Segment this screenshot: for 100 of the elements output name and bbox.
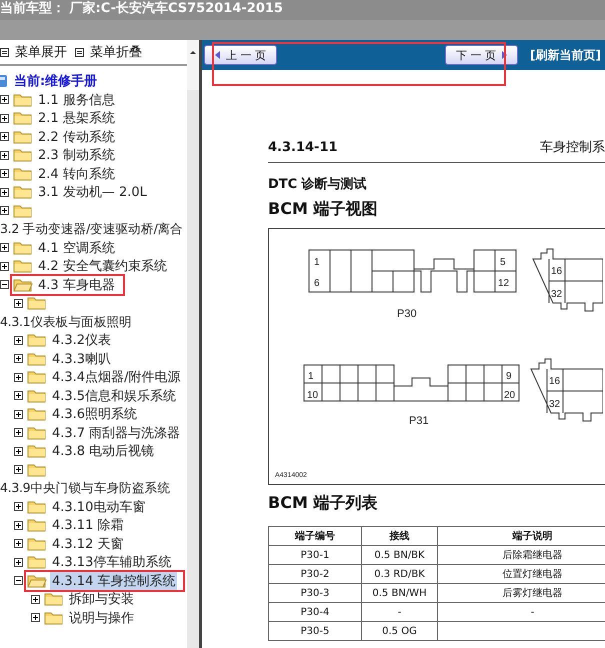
expand-toggle[interactable] bbox=[14, 410, 23, 419]
table-cell: P30-4 bbox=[300, 606, 330, 618]
expand-toggle[interactable] bbox=[31, 613, 40, 622]
tree-item[interactable]: 4.3.6照明系统 bbox=[50, 405, 140, 424]
table-cell: 0.5 BN/BK bbox=[374, 550, 425, 560]
folder-icon bbox=[27, 295, 47, 312]
collapse-toggle[interactable] bbox=[0, 280, 9, 290]
tree-item[interactable]: 4.3 车身电器 bbox=[36, 276, 117, 294]
left-arrow-icon bbox=[215, 51, 220, 59]
tree-item[interactable]: 3.1 发动机— 2.0L bbox=[36, 183, 149, 202]
table-cell: - bbox=[398, 606, 402, 618]
tree-root-label[interactable]: 当前:维修手册 bbox=[14, 72, 98, 90]
expand-toggle[interactable] bbox=[14, 520, 23, 530]
tree-item[interactable]: 1.1 服务信息 bbox=[36, 90, 117, 109]
folder-icon bbox=[13, 147, 33, 164]
expand-toggle[interactable] bbox=[0, 243, 9, 252]
table-cell: - bbox=[530, 606, 534, 618]
expand-toggle[interactable] bbox=[0, 95, 9, 104]
tree-item[interactable]: 2.3 制动系统 bbox=[36, 146, 117, 164]
refresh-link[interactable]: [刷新当前页] bbox=[530, 46, 601, 64]
tree-item[interactable]: 4.3.13停车辅助系统 bbox=[50, 553, 174, 572]
tree-item[interactable]: 4.3.1仪表板与面板照明 bbox=[0, 312, 187, 331]
expand-toggle[interactable] bbox=[0, 206, 9, 216]
pin-number: 16 bbox=[551, 266, 562, 277]
expand-toggle[interactable] bbox=[0, 188, 9, 197]
tree-item[interactable]: 4.3.2仪表 bbox=[50, 331, 114, 350]
table-cell: 0.5 BN/WH bbox=[372, 588, 427, 598]
tree-item[interactable]: 4.3.10电动车窗 bbox=[50, 498, 148, 516]
pin-number: 32 bbox=[549, 399, 560, 410]
folder-icon bbox=[13, 202, 33, 219]
expand-toggle[interactable] bbox=[14, 336, 23, 345]
column-header: 端子编号 bbox=[268, 526, 362, 546]
pin-number: 16 bbox=[549, 376, 560, 387]
expand-toggle[interactable] bbox=[14, 558, 23, 567]
tree-item[interactable]: 2.4 转向系统 bbox=[36, 164, 117, 183]
tree-item[interactable]: 4.3.11 除霜 bbox=[50, 516, 126, 534]
menu-icon bbox=[75, 48, 84, 56]
tree-item[interactable]: 4.1 空调系统 bbox=[36, 238, 117, 257]
expand-toggle[interactable] bbox=[14, 391, 23, 400]
table-cell: P30-3 bbox=[300, 588, 330, 598]
tree-item[interactable]: 3.2 手动变速器/变速驱动桥/离合 bbox=[0, 220, 187, 238]
folder-icon bbox=[13, 166, 33, 182]
expand-toggle[interactable] bbox=[31, 594, 40, 604]
collapse-toggle[interactable] bbox=[14, 576, 23, 586]
folder-icon bbox=[27, 462, 47, 478]
folder-icon bbox=[44, 610, 64, 626]
tree-item[interactable]: 4.3.3喇叭 bbox=[50, 350, 114, 368]
pin-number: 20 bbox=[504, 390, 516, 401]
page-number: 4.3.14-11 bbox=[268, 140, 338, 155]
section-heading: BCM 端子列表 bbox=[268, 493, 378, 514]
folder-icon bbox=[13, 128, 33, 145]
expand-toggle[interactable] bbox=[14, 502, 23, 512]
tree-item[interactable]: 4.3.12 天窗 bbox=[50, 534, 126, 553]
pin-number: 12 bbox=[498, 278, 510, 289]
expand-toggle[interactable] bbox=[14, 372, 23, 382]
folder-icon bbox=[27, 536, 47, 552]
tree-item[interactable]: 4.2 安全气囊约束系统 bbox=[36, 257, 169, 276]
table-cell: 位置灯继电器 bbox=[502, 569, 562, 580]
tree-item[interactable]: 拆卸与安装 bbox=[67, 590, 136, 608]
pin-number: 1 bbox=[308, 371, 314, 382]
tree-item[interactable]: 4.3.14 车身控制系统 bbox=[50, 572, 178, 590]
chapter-title: 车身控制系 bbox=[540, 139, 605, 156]
expand-toggle[interactable] bbox=[0, 262, 9, 271]
expand-toggle[interactable] bbox=[14, 539, 23, 548]
toolbar-button[interactable]: 菜单折叠 bbox=[75, 43, 142, 61]
table-cell: P30-5 bbox=[300, 626, 330, 636]
tree-item[interactable]: 4.3.7 雨刮器与洗涤器 bbox=[50, 424, 182, 442]
folder-icon bbox=[27, 388, 47, 404]
tree-item[interactable]: 4.3.8 电动后视镜 bbox=[50, 442, 156, 460]
pin-number: 5 bbox=[500, 257, 506, 268]
expand-toggle[interactable] bbox=[14, 465, 23, 474]
tree-item[interactable]: 说明与操作 bbox=[67, 608, 136, 627]
toolbar-button[interactable]: 菜单展开 bbox=[0, 43, 67, 61]
folder-icon bbox=[27, 554, 47, 570]
connector-label: P30 bbox=[397, 308, 417, 320]
next-page-button[interactable]: 下 一 页 bbox=[445, 45, 518, 65]
table-cell: 后雾灯继电器 bbox=[502, 588, 562, 599]
expand-toggle[interactable] bbox=[14, 446, 23, 456]
folder-icon bbox=[13, 240, 33, 256]
tree-item[interactable]: 4.3.5信息和娱乐系统 bbox=[50, 386, 178, 405]
expand-toggle[interactable] bbox=[0, 114, 9, 123]
folder-icon bbox=[13, 110, 33, 126]
tree-item[interactable]: 4.3.9中央门锁与车身防盗系统 bbox=[0, 479, 187, 498]
folder-icon bbox=[27, 369, 47, 386]
tree-item[interactable]: 2.2 传动系统 bbox=[36, 128, 117, 146]
expand-toggle[interactable] bbox=[14, 298, 23, 308]
tree-item[interactable]: 2.1 悬架系统 bbox=[36, 109, 117, 128]
folder-icon bbox=[44, 591, 64, 608]
tree-item[interactable]: 4.3.4点烟器/附件电源 bbox=[50, 368, 182, 386]
expand-toggle[interactable] bbox=[0, 150, 9, 160]
pin-number: 1 bbox=[314, 257, 320, 268]
column-header: 端子说明 bbox=[438, 526, 605, 546]
expand-toggle[interactable] bbox=[14, 428, 23, 438]
expand-toggle[interactable] bbox=[0, 169, 9, 178]
expand-toggle[interactable] bbox=[14, 354, 23, 364]
previous-page-button[interactable]: 上 一 页 bbox=[204, 45, 277, 65]
expand-toggle[interactable] bbox=[0, 132, 9, 142]
folder-icon bbox=[13, 92, 33, 108]
folder-icon bbox=[13, 258, 33, 274]
table-cell: P30-2 bbox=[300, 568, 330, 580]
